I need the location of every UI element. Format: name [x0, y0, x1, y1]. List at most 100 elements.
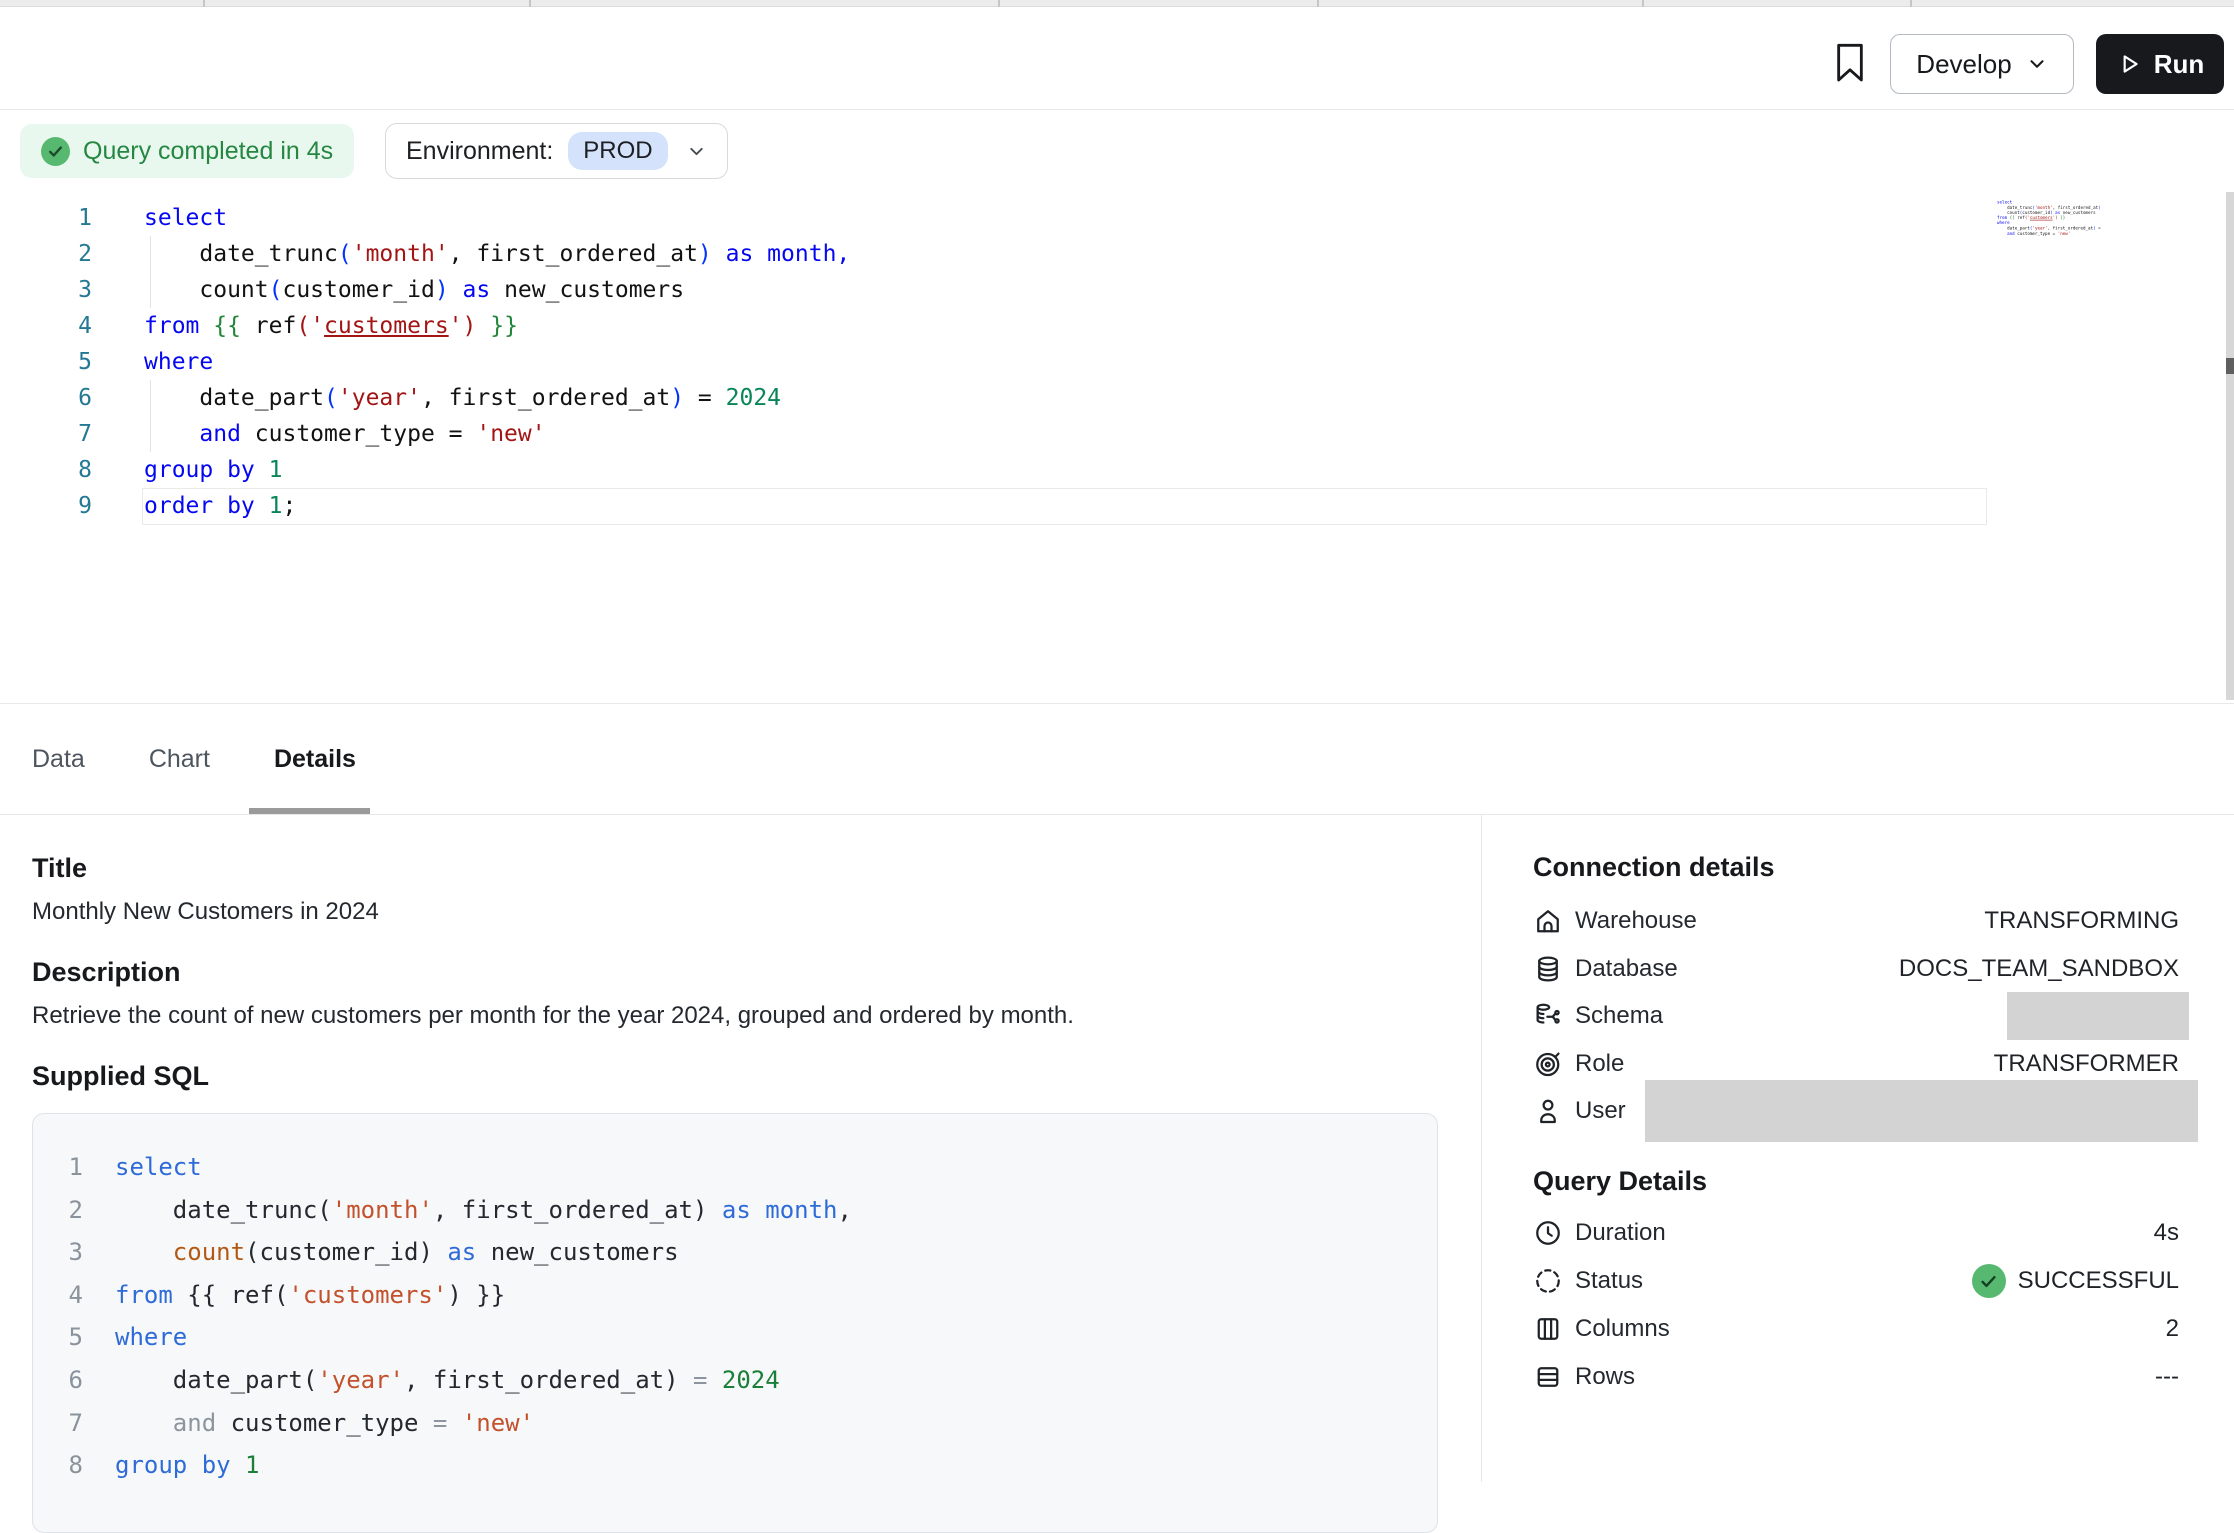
database-icon	[1533, 954, 1563, 984]
line-number: 7	[0, 416, 92, 452]
scrollbar-thumb[interactable]	[2226, 358, 2234, 374]
duration-icon	[1533, 1218, 1563, 1248]
tab-data-label: Data	[32, 745, 85, 774]
query-status-text: Query completed in 4s	[83, 137, 333, 166]
detail-label: Rows	[1575, 1363, 1635, 1391]
detail-row-duration: Duration 4s	[1533, 1209, 2179, 1257]
detail-label: Duration	[1575, 1219, 1666, 1247]
line-number: 8	[0, 452, 92, 488]
detail-label: Schema	[1575, 1002, 1663, 1030]
detail-row-user: User	[1533, 1087, 2179, 1135]
environment-selector[interactable]: Environment: PROD	[385, 123, 728, 179]
tab-details[interactable]: Details	[242, 704, 388, 814]
line-number: 4	[51, 1274, 83, 1317]
line-number: 6	[0, 380, 92, 416]
details-pane: Title Monthly New Customers in 2024 Desc…	[0, 815, 2234, 1482]
supplied-sql-line: 3 count(customer_id) as new_customers	[33, 1231, 1437, 1274]
editor-line[interactable]: 5where	[0, 344, 2000, 380]
detail-row-rows: Rows ---	[1533, 1353, 2179, 1401]
detail-value: 4s	[2154, 1219, 2179, 1247]
editor-line[interactable]: 4from {{ ref('customers') }}	[0, 308, 2000, 344]
line-number: 1	[51, 1146, 83, 1189]
tab-data[interactable]: Data	[0, 704, 117, 814]
query-details-heading: Query Details	[1533, 1166, 1707, 1197]
supplied-sql-line: 7 and customer_type = 'new'	[33, 1402, 1437, 1445]
tab-chart-label: Chart	[149, 745, 210, 774]
toolbar: Develop Run	[0, 8, 2234, 110]
supplied-sql-line: 6 date_part('year', first_ordered_at) = …	[33, 1359, 1437, 1402]
supplied-sql-line: 4from {{ ref('customers') }}	[33, 1274, 1437, 1317]
query-status-badge: Query completed in 4s	[20, 124, 354, 178]
tab-strip-divider	[998, 0, 1000, 7]
detail-value: 2	[2166, 1315, 2179, 1343]
editor-line[interactable]: 7 and customer_type = 'new'	[0, 416, 2000, 452]
line-number: 7	[51, 1402, 83, 1445]
active-tab-indicator	[249, 808, 370, 814]
line-number: 8	[51, 1444, 83, 1487]
play-icon	[2116, 51, 2142, 77]
supplied-sql-line: 8group by 1	[33, 1444, 1437, 1487]
title-value: Monthly New Customers in 2024	[32, 898, 379, 926]
environment-value-pill: PROD	[568, 132, 667, 170]
check-circle-icon	[1972, 1264, 2006, 1298]
line-number: 4	[0, 308, 92, 344]
editor-line[interactable]: 8group by 1	[0, 452, 2000, 488]
line-number: 2	[0, 236, 92, 272]
editor-line[interactable]: 2 date_trunc('month', first_ordered_at) …	[0, 236, 2000, 272]
line-number: 5	[51, 1316, 83, 1359]
tab-details-label: Details	[274, 745, 356, 774]
check-circle-icon	[41, 137, 70, 166]
description-heading: Description	[32, 957, 181, 988]
line-number: 9	[0, 488, 92, 524]
line-number: 6	[51, 1359, 83, 1402]
line-number: 2	[51, 1189, 83, 1232]
line-number: 3	[0, 272, 92, 308]
line-number: 3	[51, 1231, 83, 1274]
supplied-sql-line: 5where	[33, 1316, 1437, 1359]
rows-icon	[1533, 1362, 1563, 1392]
supplied-sql-line: 1select	[33, 1146, 1437, 1189]
line-number: 5	[0, 344, 92, 380]
develop-dropdown[interactable]: Develop	[1890, 34, 2074, 94]
tab-strip-divider	[1317, 0, 1319, 7]
supplied-sql-heading: Supplied SQL	[32, 1061, 209, 1092]
develop-label: Develop	[1916, 49, 2011, 80]
chevron-down-icon	[686, 141, 707, 162]
detail-label: Warehouse	[1575, 907, 1697, 935]
editor-scrollbar[interactable]	[2226, 192, 2234, 700]
window-tab-strip	[0, 0, 2234, 7]
environment-label: Environment:	[406, 137, 553, 166]
status-icon	[1533, 1266, 1563, 1296]
connection-details-heading: Connection details	[1533, 852, 1775, 883]
detail-value: DOCS_TEAM_SANDBOX	[1899, 955, 2179, 983]
editor-line[interactable]: 6 date_part('year', first_ordered_at) = …	[0, 380, 2000, 416]
sql-editor[interactable]: 1select2 date_trunc('month', first_order…	[0, 182, 2234, 703]
bookmark-button[interactable]	[1833, 41, 1867, 85]
columns-icon	[1533, 1314, 1563, 1344]
connection-details-panel: Connection details Warehouse TRANSFORMING…	[1481, 815, 2234, 1482]
detail-row-status: Status SUCCESSFUL	[1533, 1257, 2179, 1305]
detail-value: ---	[2155, 1363, 2179, 1391]
user-icon	[1533, 1096, 1563, 1126]
editor-line[interactable]: 1select	[0, 200, 2000, 236]
tab-strip-divider	[1910, 0, 1912, 7]
editor-line[interactable]: 3 count(customer_id) as new_customers	[0, 272, 2000, 308]
line-number: 1	[0, 200, 92, 236]
editor-minimap[interactable]: select date_trunc('month', first_ordered…	[1997, 200, 2102, 236]
run-label: Run	[2154, 49, 2205, 80]
detail-row-columns: Columns2	[1533, 1305, 2179, 1353]
detail-row-warehouse: Warehouse TRANSFORMING	[1533, 897, 2179, 945]
run-button[interactable]: Run	[2096, 34, 2224, 94]
detail-row-schema: Schema	[1533, 992, 2179, 1040]
detail-label: Status	[1575, 1267, 1643, 1295]
tab-chart[interactable]: Chart	[117, 704, 242, 814]
detail-value: TRANSFORMER	[1994, 1050, 2179, 1078]
detail-label: Database	[1575, 955, 1678, 983]
description-value: Retrieve the count of new customers per …	[32, 1002, 1074, 1030]
detail-value: TRANSFORMING	[1984, 907, 2179, 935]
schema-icon	[1533, 1001, 1563, 1031]
status-value: SUCCESSFUL	[1972, 1264, 2179, 1298]
detail-row-database: Database DOCS_TEAM_SANDBOX	[1533, 945, 2179, 993]
redacted-value	[1645, 1080, 2198, 1142]
editor-line[interactable]: 9order by 1;	[0, 488, 2000, 524]
